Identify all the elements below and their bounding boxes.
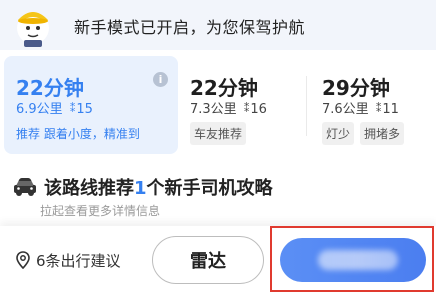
traffic-lights: ⁑11 [376, 102, 399, 117]
guide-count: 1 [134, 178, 147, 199]
route-tags: 灯少 拥堵多 [322, 122, 405, 145]
novice-mode-banner: 新手模式已开启，为您保驾护航 [0, 0, 436, 50]
route-meta: 6.9公里 ⁑15 [16, 98, 93, 117]
blurred-button-label [318, 250, 398, 270]
traffic-light-count: 11 [382, 102, 399, 117]
route-tag: 推荐 跟着小度，精准到 [16, 127, 140, 141]
route-time: 22分钟 [16, 76, 84, 100]
route-distance: 7.6公里 [322, 102, 369, 117]
driver-mascot-icon [17, 12, 49, 47]
trip-advice-link[interactable]: 6条出行建议 [16, 250, 121, 270]
start-navigation-button[interactable] [280, 238, 426, 282]
location-pin-icon [16, 251, 30, 269]
route-tag: 车友推荐 [190, 122, 247, 145]
traffic-light-count: 15 [76, 102, 93, 117]
traffic-light-icon: ⁑ [375, 102, 382, 115]
traffic-lights: ⁑16 [244, 102, 267, 117]
title-suffix: 个新手司机攻略 [146, 178, 273, 199]
car-icon [14, 178, 36, 196]
route-option-1[interactable]: 22分钟 i 6.9公里 ⁑15 推荐 跟着小度，精准到 [4, 56, 178, 154]
route-tags: 推荐 跟着小度，精准到 [16, 122, 140, 145]
route-distance: 7.3公里 [190, 102, 237, 117]
route-meta: 7.3公里 ⁑16 [190, 98, 267, 117]
route-distance: 6.9公里 [16, 102, 63, 117]
divider [306, 76, 307, 136]
route-time: 22分钟 [190, 76, 258, 100]
route-options: 22分钟 i 6.9公里 ⁑15 推荐 跟着小度，精准到 22分钟 7.3公里 … [0, 56, 436, 156]
bottom-action-bar: 6条出行建议 雷达 [0, 226, 436, 293]
route-time: 29分钟 [322, 76, 390, 100]
trip-advice-label: 6条出行建议 [36, 251, 121, 270]
banner-message: 新手模式已开启，为您保驾护航 [74, 18, 306, 37]
traffic-light-icon: ⁑ [243, 102, 250, 115]
route-tags: 车友推荐 [190, 122, 247, 145]
radar-button[interactable]: 雷达 [152, 236, 264, 284]
recommendation-title: 该路线推荐1个新手司机攻略 [44, 174, 273, 200]
route-option-2[interactable]: 22分钟 7.3公里 ⁑16 车友推荐 [180, 56, 304, 154]
route-tag: 灯少 [322, 122, 355, 145]
info-icon[interactable]: i [153, 72, 168, 87]
traffic-light-icon: ⁑ [69, 102, 76, 115]
novice-guide-recommendation[interactable]: 该路线推荐1个新手司机攻略 拉起查看更多详情信息 [12, 172, 432, 222]
traffic-lights: ⁑15 [70, 102, 93, 117]
highlight-frame [270, 226, 434, 292]
recommendation-subtitle: 拉起查看更多详情信息 [40, 204, 161, 218]
route-option-3[interactable]: 29分钟 7.6公里 ⁑11 灯少 拥堵多 [310, 56, 436, 154]
title-prefix: 该路线推荐 [44, 178, 134, 199]
route-tag: 拥堵多 [360, 122, 405, 145]
traffic-light-count: 16 [250, 102, 267, 117]
route-meta: 7.6公里 ⁑11 [322, 98, 399, 117]
